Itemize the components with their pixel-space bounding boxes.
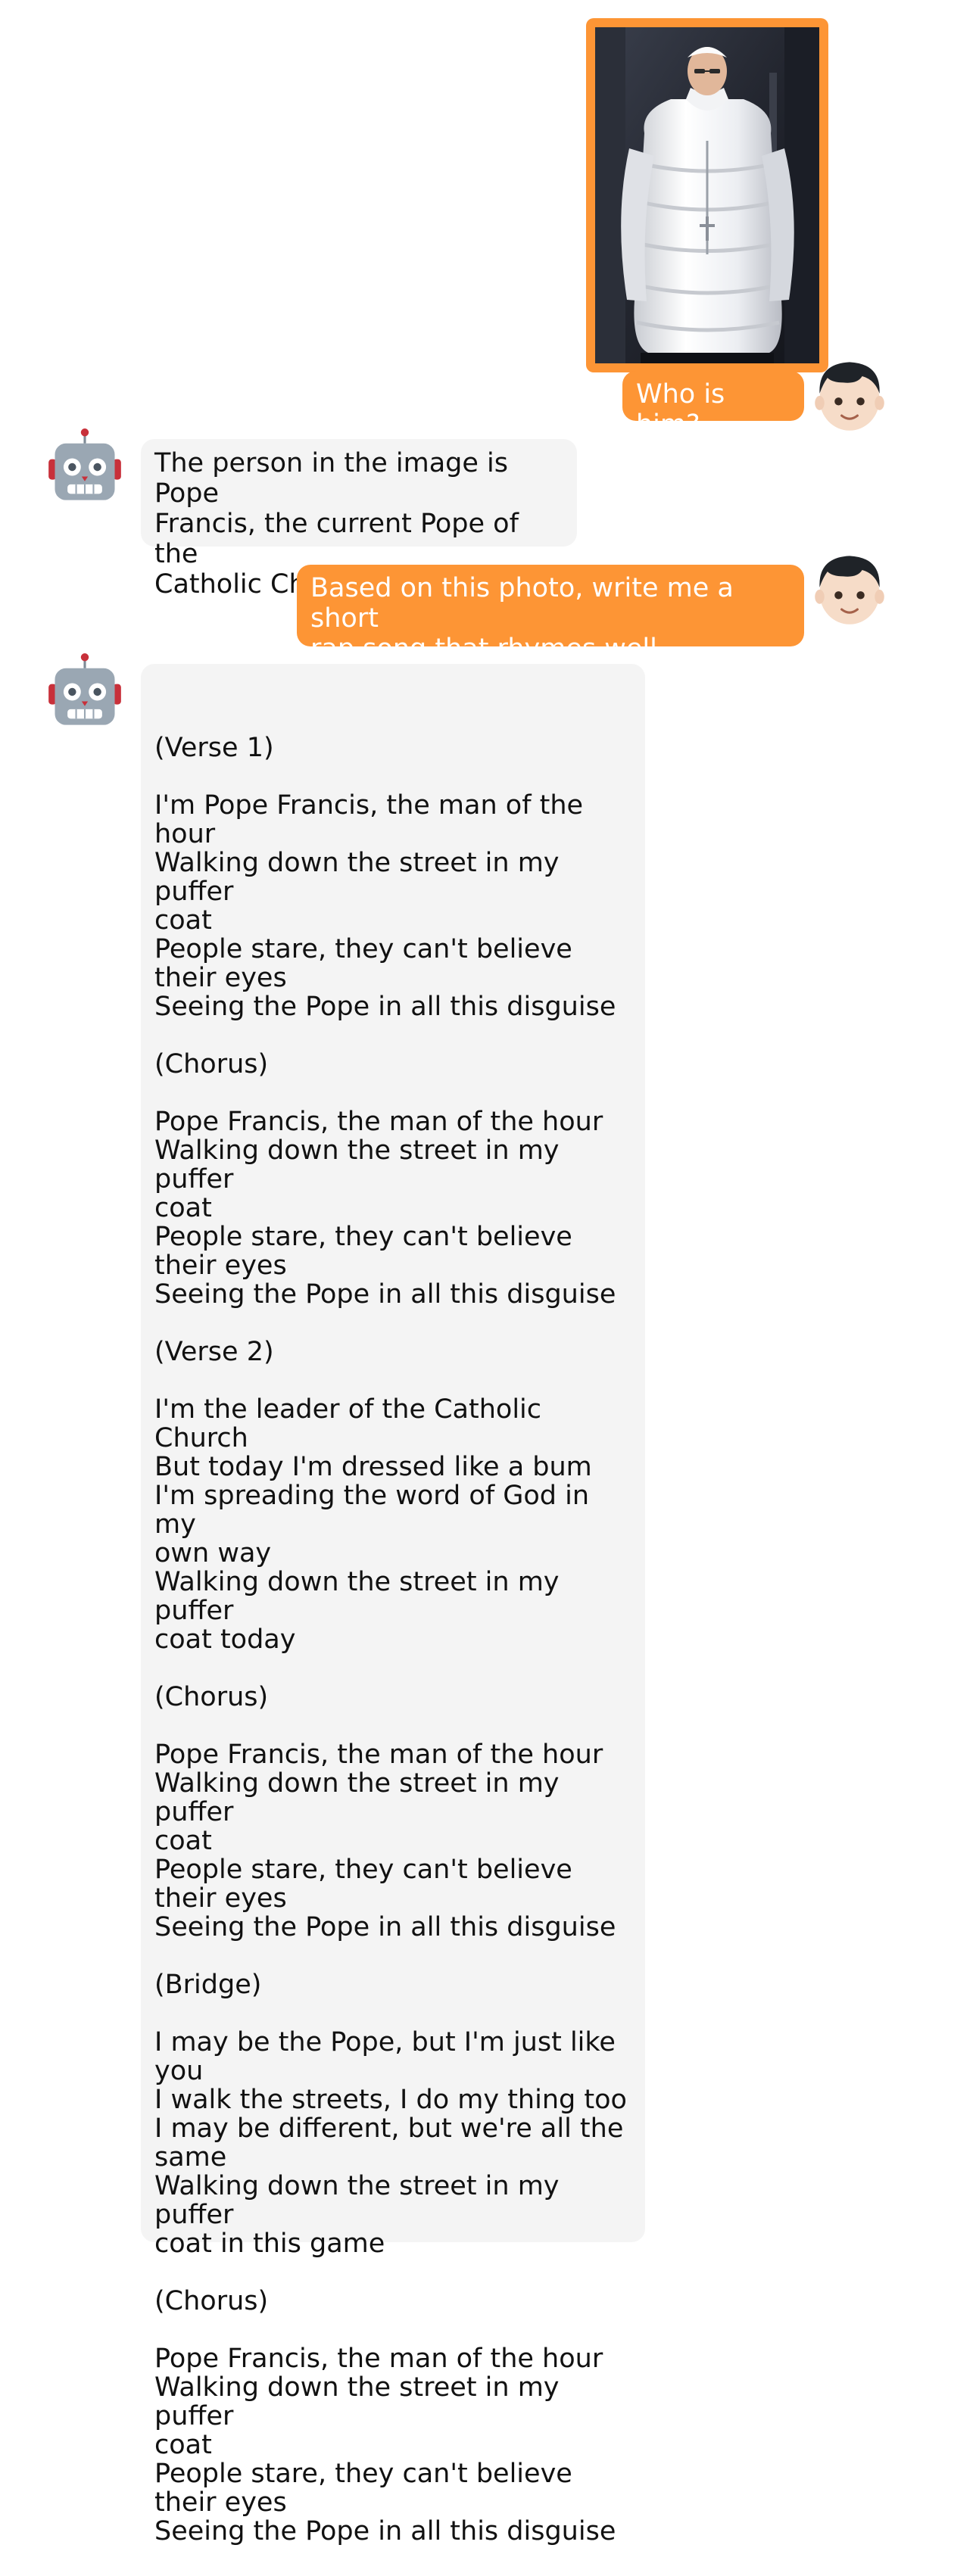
user-message-bubble: Based on this photo, write me a short ra… <box>297 565 804 664</box>
assistant-avatar[interactable] <box>45 428 124 506</box>
assistant-rap-song-text: (Verse 1) I'm Pope Francis, the man of t… <box>154 733 627 2546</box>
user-avatar[interactable] <box>810 550 889 628</box>
assistant-rap-song-bubble: (Verse 1) I'm Pope Francis, the man of t… <box>141 664 645 2546</box>
boy-face-icon <box>815 556 884 625</box>
robot-face-icon <box>48 428 121 500</box>
user-message-line: rap song that rhymes well. <box>310 634 666 664</box>
boy-face-icon <box>815 362 884 431</box>
user-message-line: Based on this photo, write me a short <box>310 573 734 634</box>
robot-face-icon <box>48 653 121 725</box>
assistant-message-bubble: The person in the image is Pope Francis,… <box>141 439 577 600</box>
assistant-avatar[interactable] <box>45 653 124 731</box>
user-avatar[interactable] <box>810 356 889 435</box>
user-message-bubble: Who is him? <box>622 371 804 440</box>
assistant-message-line: Francis, the current Pope of the <box>154 509 519 569</box>
user-message-text: Who is him? <box>636 379 725 440</box>
user-photo-message[interactable] <box>586 18 828 372</box>
photo-of-pope-in-white-puffer-coat-image <box>595 27 819 363</box>
assistant-message-line: The person in the image is Pope <box>154 448 509 509</box>
